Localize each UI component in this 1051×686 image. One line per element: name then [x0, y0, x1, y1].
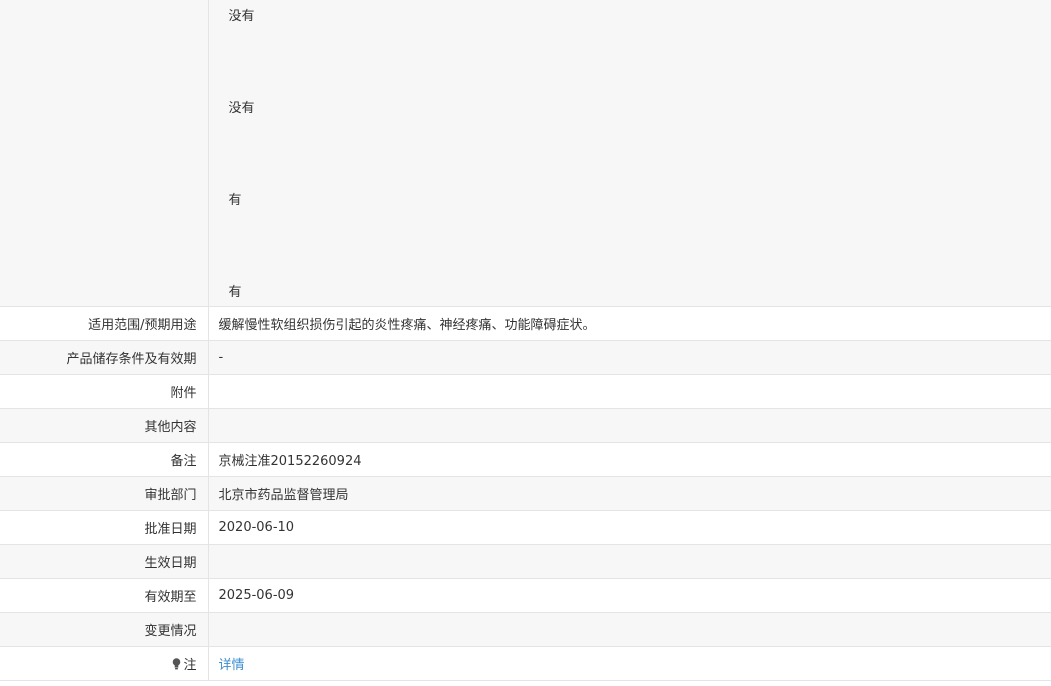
- table-row: 适用范围/预期用途 缓解慢性软组织损伤引起的炎性疼痛、神经疼痛、功能障碍症状。: [0, 306, 1051, 341]
- row-label: 审批部门: [0, 476, 209, 511]
- value-text: 没有: [228, 101, 255, 116]
- table-row: 产品储存条件及有效期 -: [0, 340, 1051, 375]
- table-row: 变更情况: [0, 612, 1051, 647]
- table-row: 生效日期: [0, 544, 1051, 579]
- table-row: 没有 没有 有 有: [0, 0, 1051, 307]
- value-text: 有: [228, 285, 242, 300]
- value-text: 没有: [228, 9, 255, 24]
- details-link[interactable]: 详情: [219, 658, 245, 673]
- value-text: 有: [228, 193, 242, 208]
- row-value: 没有 没有 有 有: [208, 0, 1051, 307]
- row-value: 缓解慢性软组织损伤引起的炎性疼痛、神经疼痛、功能障碍症状。: [208, 306, 1051, 341]
- row-label: 批准日期: [0, 510, 209, 545]
- row-value: 北京市药品监督管理局: [208, 476, 1051, 511]
- note-row: 注 详情: [0, 646, 1051, 681]
- row-value: [208, 544, 1051, 579]
- row-value: 京械注准20152260924: [208, 442, 1051, 477]
- row-label: 产品储存条件及有效期: [0, 340, 209, 375]
- row-label: 附件: [0, 374, 209, 409]
- table-row: 附件: [0, 374, 1051, 409]
- row-value: 2020-06-10: [208, 510, 1051, 545]
- note-label-text: 注: [183, 657, 197, 673]
- row-value: [208, 612, 1051, 647]
- table-row: 有效期至 2025-06-09: [0, 578, 1051, 613]
- row-value: 2025-06-09: [208, 578, 1051, 613]
- table-row: 备注 京械注准20152260924: [0, 442, 1051, 477]
- row-value: -: [208, 340, 1051, 375]
- table-row: 批准日期 2020-06-10: [0, 510, 1051, 545]
- row-label: 备注: [0, 442, 209, 477]
- row-label: [0, 0, 209, 307]
- row-label: 变更情况: [0, 612, 209, 647]
- row-value: [208, 408, 1051, 443]
- note-value: 详情: [208, 646, 1051, 681]
- table-row: 审批部门 北京市药品监督管理局: [0, 476, 1051, 511]
- row-label: 生效日期: [0, 544, 209, 579]
- row-label: 适用范围/预期用途: [0, 306, 209, 341]
- note-label: 注: [0, 646, 209, 681]
- lightbulb-icon: [173, 657, 181, 669]
- product-detail-table: 没有 没有 有 有 适用范围/预期用途 缓解慢性软组织损伤引起的炎性疼痛、神经疼…: [0, 0, 1051, 681]
- row-label: 其他内容: [0, 408, 209, 443]
- row-label: 有效期至: [0, 578, 209, 613]
- table-row: 其他内容: [0, 408, 1051, 443]
- row-value: [208, 374, 1051, 409]
